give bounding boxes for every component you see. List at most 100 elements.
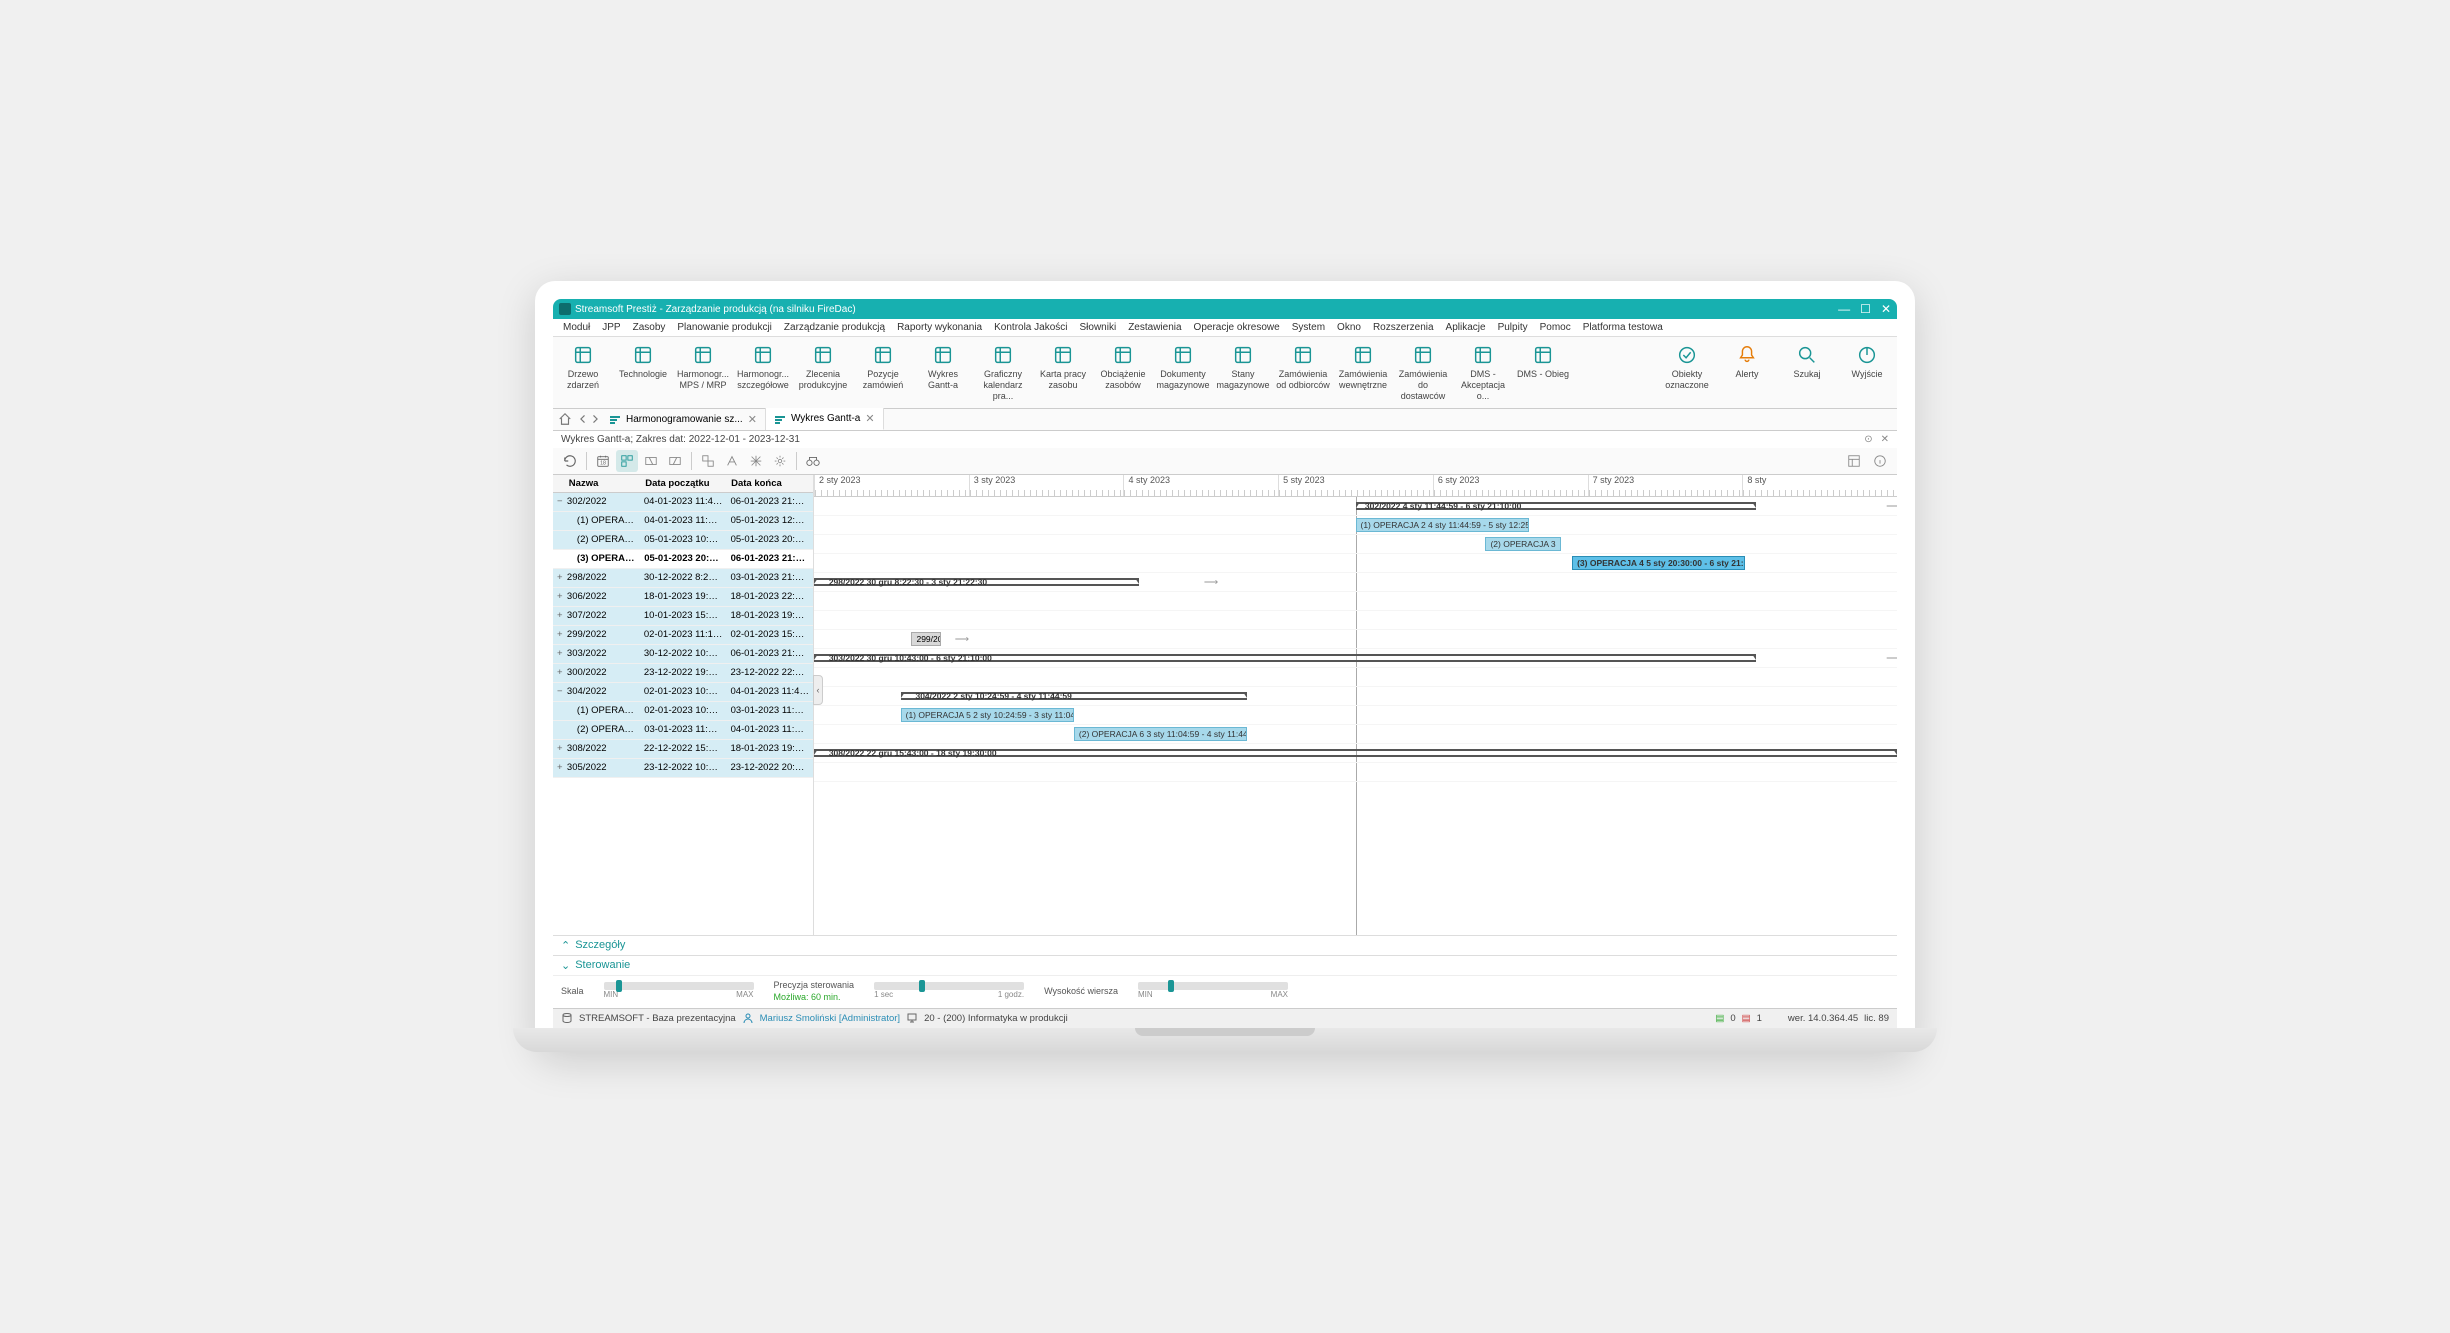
table-row[interactable]: +305/202223-12-2022 10:32:0023-12-2022 2… <box>553 759 813 778</box>
control-panel-header[interactable]: ⌄Sterowanie <box>553 955 1897 975</box>
col-name-header[interactable]: Nazwa <box>565 475 641 492</box>
tool-alerty[interactable]: Alerty <box>1717 337 1777 407</box>
tool-wyj-cie[interactable]: Wyjście <box>1837 337 1897 407</box>
tool-graficzny-kalendarz-pra-[interactable]: Graficzny kalendarz pra... <box>973 337 1033 407</box>
menu-moduł[interactable]: Moduł <box>557 322 596 333</box>
table-row[interactable]: (1) OPERACJA 502-01-2023 10:24:5903-01-2… <box>553 702 813 721</box>
bar-op6[interactable]: (2) OPERACJA 6 3 sty 11:04:59 - 4 sty 11… <box>1074 727 1247 741</box>
sum-302: 302/2022 4 sty 11:44:59 - 6 sty 21:10:00 <box>1361 499 1525 513</box>
tool-c-icon[interactable] <box>745 450 767 472</box>
home-icon[interactable] <box>556 410 574 428</box>
tab-wykres-gantt-a[interactable]: Wykres Gantt-a✕ <box>766 408 884 430</box>
status-user: Mariusz Smoliński [Administrator] <box>760 1013 900 1024</box>
info-icon[interactable] <box>1869 450 1891 472</box>
view-mode-icon[interactable] <box>616 450 638 472</box>
tool-szukaj[interactable]: Szukaj <box>1777 337 1837 407</box>
menu-operacje-okresowe[interactable]: Operacje okresowe <box>1188 322 1286 333</box>
menu-okno[interactable]: Okno <box>1331 322 1367 333</box>
menu-pulpity[interactable]: Pulpity <box>1492 322 1534 333</box>
tool-stany-magazynowe[interactable]: Stany magazynowe <box>1213 337 1273 407</box>
window-title: Streamsoft Prestiż - Zarządzanie produkc… <box>575 304 856 315</box>
menu-kontrola-jakości[interactable]: Kontrola Jakości <box>988 322 1073 333</box>
tool-zam-wienia-od-odbiorc-w[interactable]: Zamówienia od odbiorców <box>1273 337 1333 407</box>
menu-zasoby[interactable]: Zasoby <box>627 322 672 333</box>
menu-zestawienia[interactable]: Zestawienia <box>1122 322 1187 333</box>
table-row[interactable]: −302/202204-01-2023 11:44:5906-01-2023 2… <box>553 493 813 512</box>
tool-obiekty-oznaczone[interactable]: Obiekty oznaczone <box>1657 337 1717 407</box>
pin-icon[interactable]: ⊙ <box>1864 434 1872 445</box>
tool-dokumenty-magazynowe[interactable]: Dokumenty magazynowe <box>1153 337 1213 407</box>
menu-rozszerzenia[interactable]: Rozszerzenia <box>1367 322 1440 333</box>
table-row[interactable]: +303/202230-12-2022 10:43:0006-01-2023 2… <box>553 645 813 664</box>
menu-jpp[interactable]: JPP <box>596 322 626 333</box>
tab-close-icon[interactable]: ✕ <box>748 413 757 426</box>
tool-zam-wienia-do-dostawc-w[interactable]: Zamówienia do dostawców <box>1393 337 1453 407</box>
sum-304: 304/2022 2 sty 10:24:59 - 4 sty 11:44:59 <box>911 689 1075 703</box>
tab-close-icon[interactable]: ✕ <box>865 412 874 425</box>
table-row[interactable]: (2) OPERACJA 603-01-2023 11:04:5904-01-2… <box>553 721 813 740</box>
refresh-icon[interactable] <box>559 450 581 472</box>
table-row[interactable]: (3) OPERACJA 405-01-2023 20:30:0006-01-2… <box>553 550 813 569</box>
menu-system[interactable]: System <box>1286 322 1331 333</box>
col-start-header[interactable]: Data początku <box>641 475 727 492</box>
close-panel-icon[interactable]: ✕ <box>1881 434 1889 445</box>
tool-wykres-gantt-a[interactable]: Wykres Gantt-a <box>913 337 973 407</box>
menu-pomoc[interactable]: Pomoc <box>1534 322 1577 333</box>
table-row[interactable]: (2) OPERACJA 305-01-2023 10:25:0005-01-2… <box>553 531 813 550</box>
tool-harmonogr-mps-mrp[interactable]: Harmonogr... MPS / MRP <box>673 337 733 407</box>
scale-slider[interactable] <box>604 982 754 990</box>
binoculars-icon[interactable] <box>802 450 824 472</box>
table-row[interactable]: +299/202202-01-2023 11:15:0002-01-2023 1… <box>553 626 813 645</box>
zoom-in-icon[interactable] <box>664 450 686 472</box>
tool-drzewo-zdarze-[interactable]: Drzewo zdarzeń <box>553 337 613 407</box>
precision-slider[interactable] <box>874 982 1024 990</box>
time-col: 2 sty 2023 <box>814 475 969 496</box>
menu-aplikacje[interactable]: Aplikacje <box>1440 322 1492 333</box>
tool-karta-pracy-zasobu[interactable]: Karta pracy zasobu <box>1033 337 1093 407</box>
tool-technologie[interactable]: Technologie <box>613 337 673 407</box>
table-row[interactable]: +298/202230-12-2022 8:22:3003-01-2023 21… <box>553 569 813 588</box>
table-row[interactable]: +306/202218-01-2023 19:30:0018-01-2023 2… <box>553 588 813 607</box>
layout-icon[interactable] <box>1843 450 1865 472</box>
table-row[interactable]: +300/202223-12-2022 19:19:0023-12-2022 2… <box>553 664 813 683</box>
tool-pozycje-zam-wie-[interactable]: Pozycje zamówień <box>853 337 913 407</box>
scale-label: Skala <box>561 986 584 996</box>
status-db: STREAMSOFT - Baza prezentacyjna <box>579 1013 736 1024</box>
bar-op3[interactable]: (2) OPERACJA 3 <box>1485 537 1561 551</box>
menu-platforma-testowa[interactable]: Platforma testowa <box>1577 322 1669 333</box>
tool-a-icon[interactable] <box>697 450 719 472</box>
rowheight-slider[interactable] <box>1138 982 1288 990</box>
tool-zam-wienia-wewn-trzne[interactable]: Zamówienia wewnętrzne <box>1333 337 1393 407</box>
col-end-header[interactable]: Data końca <box>727 475 813 492</box>
tool-dms-akceptacja-o-[interactable]: DMS - Akceptacja o... <box>1453 337 1513 407</box>
close-button[interactable]: ✕ <box>1881 302 1891 316</box>
calendar-icon[interactable]: 18 <box>592 450 614 472</box>
bar-299[interactable]: 299/20 <box>911 632 941 646</box>
menu-raporty-wykonania[interactable]: Raporty wykonania <box>891 322 988 333</box>
tool-harmonogr-szczeg-owe[interactable]: Harmonogr... szczegółowe <box>733 337 793 407</box>
menu-słowniki[interactable]: Słowniki <box>1074 322 1123 333</box>
settings-icon[interactable] <box>769 450 791 472</box>
maximize-button[interactable]: ☐ <box>1860 302 1871 316</box>
tool-b-icon[interactable] <box>721 450 743 472</box>
tool-dms-obieg[interactable]: DMS - Obieg <box>1513 337 1573 407</box>
precision-sub: Możliwa: 60 min. <box>774 992 855 1002</box>
tool-zlecenia-produkcyjne[interactable]: Zlecenia produkcyjne <box>793 337 853 407</box>
bar-op4[interactable]: (3) OPERACJA 4 5 sty 20:30:00 - 6 sty 21… <box>1572 556 1745 570</box>
tab-harmonogramowanie-sz-[interactable]: Harmonogramowanie sz...✕ <box>601 408 766 430</box>
bar-op2[interactable]: (1) OPERACJA 2 4 sty 11:44:59 - 5 sty 12… <box>1356 518 1529 532</box>
details-panel-header[interactable]: ⌃Szczegóły <box>553 935 1897 955</box>
minimize-button[interactable]: — <box>1838 302 1850 316</box>
menu-zarządzanie-produkcją[interactable]: Zarządzanie produkcją <box>778 322 891 333</box>
sum-298: 298/2022 30 gru 8:22:30 - 3 sty 21:22:30 <box>825 575 991 589</box>
table-row[interactable]: −304/202202-01-2023 10:24:5904-01-2023 1… <box>553 683 813 702</box>
bar-op5[interactable]: (1) OPERACJA 5 2 sty 10:24:59 - 3 sty 11… <box>901 708 1074 722</box>
collapse-handle[interactable]: ‹ <box>813 675 823 705</box>
menu-planowanie-produkcji[interactable]: Planowanie produkcji <box>671 322 778 333</box>
table-row[interactable]: +308/202222-12-2022 15:43:0018-01-2023 1… <box>553 740 813 759</box>
tool-obci-enie-zasob-w[interactable]: Obciążenie zasobów <box>1093 337 1153 407</box>
table-row[interactable]: +307/202210-01-2023 15:24:5918-01-2023 1… <box>553 607 813 626</box>
nav-back-forward-icon[interactable] <box>580 410 598 428</box>
table-row[interactable]: (1) OPERACJA 204-01-2023 11:44:5905-01-2… <box>553 512 813 531</box>
zoom-out-icon[interactable] <box>640 450 662 472</box>
